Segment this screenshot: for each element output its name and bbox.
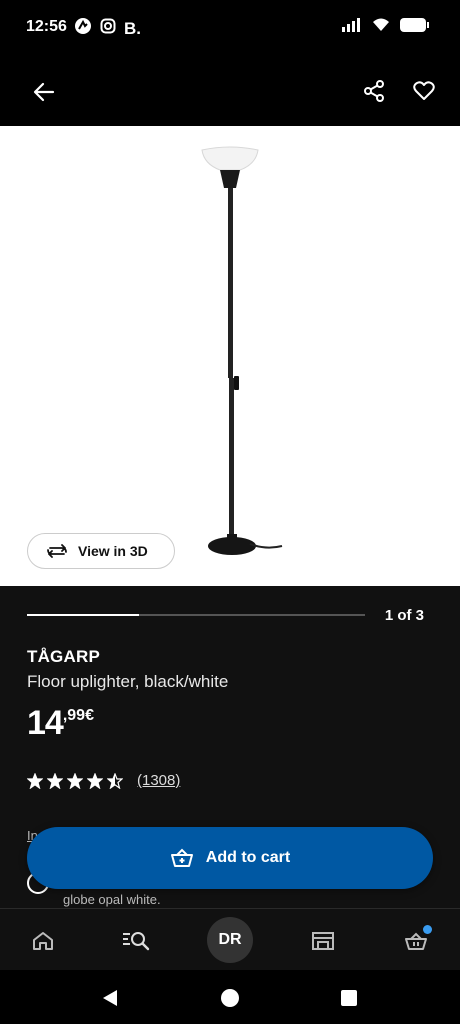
product-description: Floor uplighter, black/white	[27, 672, 229, 691]
circle-home-icon	[221, 989, 239, 1007]
view-in-3d-label: View in 3D	[78, 543, 148, 559]
nav-search[interactable]	[118, 923, 154, 959]
info-text: globe opal white.	[63, 892, 161, 907]
b-app-icon: B.	[124, 18, 141, 38]
star-full-icon	[87, 772, 103, 789]
home-icon	[33, 932, 53, 950]
arrow-left-icon	[33, 82, 55, 102]
image-carousel-indicator: 1 of 3	[27, 604, 427, 628]
view-in-3d-button[interactable]: View in 3D	[27, 533, 175, 569]
app-logo-icon	[74, 17, 92, 40]
carousel-progress	[27, 614, 139, 616]
price-decimal: ,99€	[62, 707, 94, 724]
wifi-icon	[372, 18, 390, 37]
share-icon	[364, 80, 384, 102]
system-navigation	[0, 970, 460, 1024]
status-notifications: B.	[74, 17, 141, 40]
square-recents-icon	[341, 990, 357, 1006]
nav-cart[interactable]	[398, 923, 434, 959]
nav-home[interactable]	[25, 923, 61, 959]
star-half-icon	[107, 772, 123, 789]
floor-lamp-image	[201, 146, 283, 555]
product-image[interactable]: View in 3D	[0, 126, 460, 586]
cart-notification-dot	[423, 925, 432, 934]
store-icon	[312, 932, 334, 950]
instagram-icon	[100, 18, 116, 39]
carousel-counter: 1 of 3	[384, 607, 424, 624]
nav-store[interactable]	[305, 923, 341, 959]
system-home-button[interactable]	[218, 986, 242, 1010]
cart-icon	[405, 932, 427, 950]
heart-icon	[413, 81, 435, 100]
add-to-cart-label: Add to cart	[205, 849, 291, 866]
star-full-icon	[27, 772, 43, 789]
add-to-cart-button[interactable]: Add to cart	[27, 827, 433, 889]
system-recents-button[interactable]	[337, 986, 361, 1010]
share-button[interactable]	[359, 76, 389, 106]
basket-add-icon	[170, 848, 193, 867]
product-rating[interactable]: (1308)	[27, 772, 180, 789]
rating-count-link[interactable]: (1308)	[137, 772, 180, 789]
system-back-button[interactable]	[98, 986, 122, 1010]
product-name: TÅGARP	[27, 647, 100, 666]
status-bar: 12:56 B.	[0, 0, 460, 56]
bottom-navigation: DR	[0, 908, 460, 970]
status-system-icons	[342, 18, 430, 37]
rotate-3d-icon	[47, 544, 67, 558]
triangle-back-icon	[103, 990, 117, 1006]
product-price: 14 ,99€	[27, 704, 94, 742]
star-full-icon	[47, 772, 63, 789]
rating-stars	[27, 772, 123, 789]
battery-icon	[400, 18, 430, 37]
carousel-track	[27, 614, 365, 616]
signal-icon	[342, 18, 362, 37]
status-time: 12:56	[26, 18, 67, 35]
back-button[interactable]	[28, 76, 60, 108]
favorite-button[interactable]	[409, 76, 439, 106]
nav-profile-avatar[interactable]: DR	[207, 917, 253, 963]
price-integer: 14	[27, 704, 64, 742]
star-full-icon	[67, 772, 83, 789]
search-icon	[123, 932, 150, 951]
app-bar	[0, 56, 460, 126]
